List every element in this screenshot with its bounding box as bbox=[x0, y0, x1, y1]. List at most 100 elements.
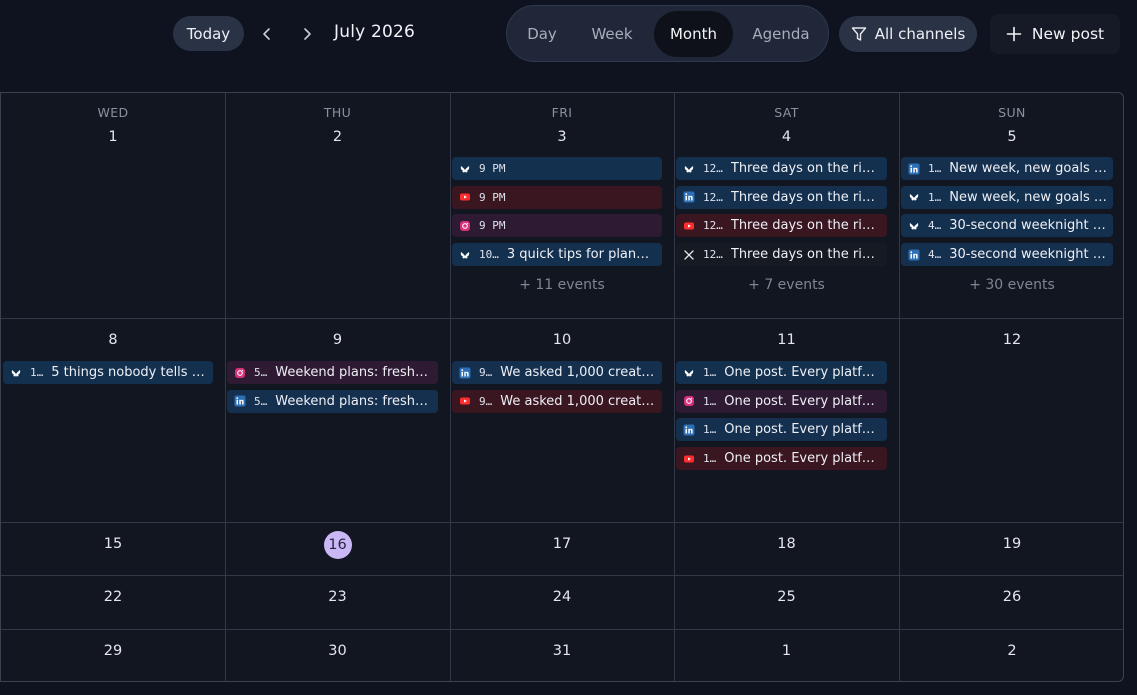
bluesky-icon bbox=[683, 367, 695, 379]
day-cell[interactable]: SAT 4 12… Three days on the ridge line 12… Th… bbox=[674, 93, 899, 318]
date-number[interactable]: 10 bbox=[450, 332, 674, 348]
date-number[interactable]: 2 bbox=[225, 129, 450, 145]
channels-filter-button[interactable]: All channels bbox=[839, 16, 977, 52]
date-number[interactable]: 25 bbox=[674, 589, 899, 605]
day-cell[interactable]: 23 bbox=[225, 575, 450, 629]
event-time: 9 PM bbox=[479, 219, 506, 233]
previous-month-button[interactable] bbox=[257, 22, 277, 46]
date-number[interactable]: 19 bbox=[899, 536, 1123, 552]
day-cell[interactable]: FRI 3 9 PM 9 PM 9 PM 10… 3 quick tips for plan… bbox=[450, 93, 674, 318]
date-number[interactable]: 29 bbox=[1, 643, 225, 659]
calendar-event[interactable]: 12… Three days on the ridge line bbox=[676, 157, 887, 180]
day-cell[interactable]: 8 1… 5 things nobody tells you about launc… bbox=[1, 318, 225, 522]
event-time: 1… bbox=[928, 190, 942, 204]
event-time: 1… bbox=[703, 423, 717, 437]
day-cell[interactable]: 17 bbox=[450, 522, 674, 575]
channels-filter-label: All channels bbox=[874, 25, 966, 43]
calendar-event[interactable]: 1… One post. Every platform. Zero hassle. bbox=[676, 447, 887, 471]
day-cell[interactable]: 16 bbox=[225, 522, 450, 575]
calendar-event[interactable]: 12… Three days on the ridge line bbox=[676, 243, 887, 267]
more-events-link[interactable]: + 11 events bbox=[450, 277, 674, 293]
date-number[interactable]: 5 bbox=[899, 129, 1123, 145]
day-cell[interactable]: 19 bbox=[899, 522, 1123, 575]
today-date-number[interactable]: 16 bbox=[225, 531, 450, 559]
date-number[interactable]: 4 bbox=[674, 129, 899, 145]
event-time: 5… bbox=[254, 366, 268, 379]
day-cell[interactable]: 29 bbox=[1, 629, 225, 681]
date-number[interactable]: 3 bbox=[450, 129, 674, 145]
date-number[interactable]: 24 bbox=[450, 589, 674, 605]
calendar-event[interactable]: 4… 30-second weeknight pasta bbox=[901, 243, 1113, 267]
date-number[interactable]: 1 bbox=[1, 129, 225, 145]
event-time: 1… bbox=[703, 366, 717, 379]
next-month-button[interactable] bbox=[297, 22, 317, 46]
calendar-event[interactable]: 1… One post. Every platform. Zero hassle. bbox=[676, 418, 887, 442]
view-day-tab[interactable]: Day bbox=[515, 11, 569, 57]
day-cell[interactable]: 2 bbox=[899, 629, 1123, 681]
date-number[interactable]: 2 bbox=[899, 643, 1123, 659]
weekday-header: THU bbox=[323, 105, 352, 120]
event-time: 1… bbox=[703, 452, 717, 466]
date-number[interactable]: 15 bbox=[1, 536, 225, 552]
date-number[interactable]: 11 bbox=[674, 332, 899, 348]
day-cell[interactable]: 11 1… One post. Every platform. Zero hassl… bbox=[674, 318, 899, 522]
bluesky-icon bbox=[459, 249, 471, 261]
date-number[interactable]: 23 bbox=[225, 589, 450, 605]
event-title: Three days on the ridge line bbox=[730, 247, 887, 263]
date-number[interactable]: 12 bbox=[899, 332, 1123, 348]
day-cell[interactable]: 30 bbox=[225, 629, 450, 681]
x-logo-icon bbox=[683, 249, 695, 261]
calendar-event[interactable]: 9 PM bbox=[452, 157, 662, 180]
date-number[interactable]: 26 bbox=[899, 589, 1123, 605]
day-cell[interactable]: 1 bbox=[674, 629, 899, 681]
event-title: 5 things nobody tells you about launchin… bbox=[51, 365, 213, 380]
date-number[interactable]: 22 bbox=[1, 589, 225, 605]
today-button[interactable]: Today bbox=[173, 16, 244, 51]
calendar-event[interactable]: 10… 3 quick tips for planning your week bbox=[452, 243, 662, 267]
event-time: 4… bbox=[928, 248, 942, 262]
day-cell[interactable]: 25 bbox=[674, 575, 899, 629]
day-cell[interactable]: 31 bbox=[450, 629, 674, 681]
day-cell[interactable]: 18 bbox=[674, 522, 899, 575]
date-number[interactable]: 1 bbox=[674, 643, 899, 659]
new-post-button[interactable]: New post bbox=[990, 14, 1120, 54]
day-cell[interactable]: 22 bbox=[1, 575, 225, 629]
view-week-tab[interactable]: Week bbox=[577, 11, 647, 57]
linkedin-icon bbox=[234, 395, 246, 407]
calendar-event[interactable]: 1… New week, new goals — time to plan bbox=[901, 185, 1113, 209]
calendar-event[interactable]: 9 PM bbox=[452, 214, 662, 238]
bluesky-icon bbox=[683, 163, 695, 175]
date-number[interactable]: 18 bbox=[674, 536, 899, 552]
more-events-link[interactable]: + 7 events bbox=[674, 277, 899, 293]
day-cell[interactable]: 12 bbox=[899, 318, 1123, 522]
calendar-event[interactable]: 9 PM bbox=[452, 185, 662, 209]
calendar-event[interactable]: 1… One post. Every platform. Zero hassle. bbox=[676, 389, 887, 413]
linkedin-icon bbox=[908, 249, 920, 261]
date-number[interactable]: 17 bbox=[450, 536, 674, 552]
date-number[interactable]: 31 bbox=[450, 643, 674, 659]
calendar-event[interactable]: 1… 5 things nobody tells you about launch… bbox=[3, 361, 213, 384]
more-events-link[interactable]: + 30 events bbox=[899, 277, 1123, 293]
calendar-event[interactable]: 9… We asked 1,000 creators what works bbox=[452, 361, 662, 384]
day-cell[interactable]: WED 1 bbox=[1, 93, 225, 318]
calendar-event[interactable]: 1… New week, new goals — time to plan bbox=[901, 157, 1113, 180]
calendar-event[interactable]: 9… We asked 1,000 creators what works bbox=[452, 389, 662, 413]
day-cell[interactable]: 10 9…We asked 1,000 creators what works 9…… bbox=[450, 318, 674, 522]
date-number[interactable]: 30 bbox=[225, 643, 450, 659]
calendar-event[interactable]: 4… 30-second weeknight pasta bbox=[901, 214, 1113, 238]
calendar-event[interactable]: 5… Weekend plans: fresh air, good food bbox=[227, 361, 438, 384]
view-agenda-tab[interactable]: Agenda bbox=[740, 11, 822, 57]
date-number[interactable]: 8 bbox=[1, 332, 225, 348]
calendar-event[interactable]: 5… Weekend plans: fresh air, good food bbox=[227, 389, 438, 413]
calendar-event[interactable]: 12… Three days on the ridge line bbox=[676, 185, 887, 209]
day-cell[interactable]: 95…Weekend plans: fresh air, good food5…… bbox=[225, 318, 450, 522]
day-cell[interactable]: SUN 5 1… New week, new goals — time to plan… bbox=[899, 93, 1123, 318]
day-cell[interactable]: 26 bbox=[899, 575, 1123, 629]
day-cell[interactable]: 24 bbox=[450, 575, 674, 629]
day-cell[interactable]: 15 bbox=[1, 522, 225, 575]
calendar-event[interactable]: 1… One post. Every platform. Zero hassle. bbox=[676, 361, 887, 384]
day-cell[interactable]: THU 2 bbox=[225, 93, 450, 318]
calendar-event[interactable]: 12… Three days on the ridge line bbox=[676, 214, 887, 238]
view-month-tab[interactable]: Month bbox=[654, 11, 733, 57]
date-number[interactable]: 9 bbox=[225, 332, 450, 348]
